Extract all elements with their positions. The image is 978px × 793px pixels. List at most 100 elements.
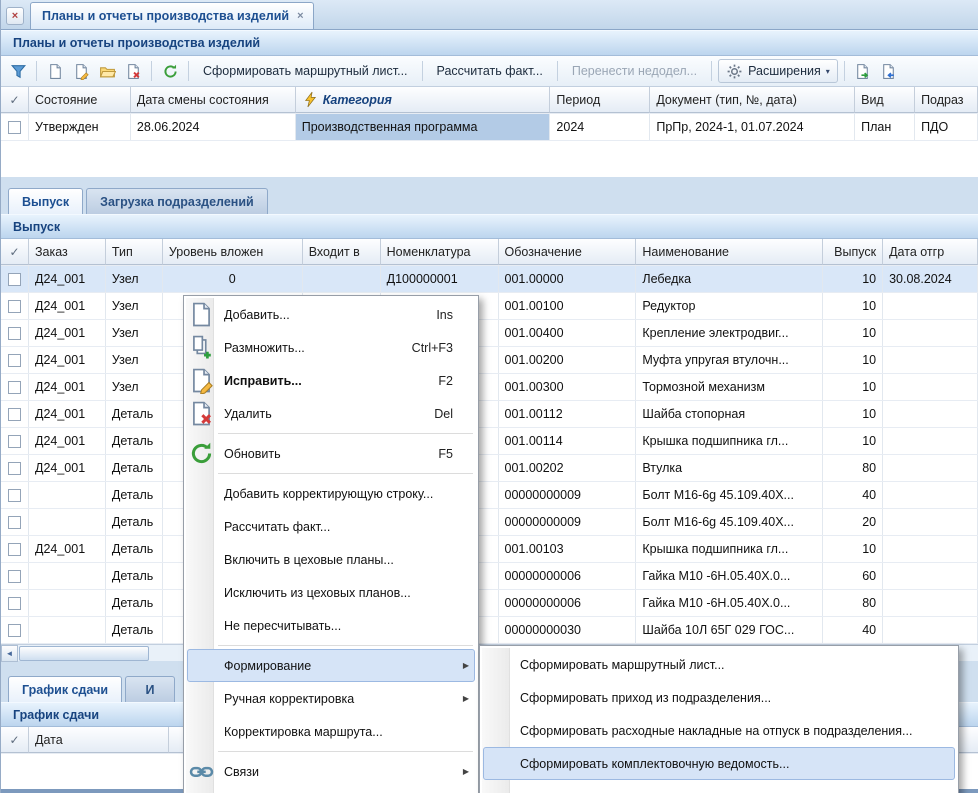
cell[interactable]: ПрПр, 2024-1, 01.07.2024 (650, 114, 855, 140)
table-row[interactable]: Д24_001Узел001.00200Муфта упругая втулоч… (1, 347, 978, 374)
cell[interactable]: 80 (823, 590, 883, 616)
checkbox[interactable] (8, 327, 21, 340)
menu-item[interactable]: УдалитьDel (187, 397, 475, 430)
menu-item[interactable]: Не пересчитывать... (187, 609, 475, 642)
row-checkbox-cell[interactable] (1, 293, 29, 319)
cell[interactable]: Деталь (106, 617, 163, 643)
menu-item[interactable]: Исключить из цеховых планов... (187, 576, 475, 609)
column-header[interactable]: Дата (29, 727, 169, 753)
cell[interactable]: 28.06.2024 (131, 114, 296, 140)
check-column-header[interactable]: ✓ (1, 727, 29, 753)
tab-vypusk[interactable]: Выпуск (8, 188, 83, 214)
cell[interactable]: Тормозной механизм (636, 374, 823, 400)
cell[interactable]: 2024 (550, 114, 650, 140)
table-row[interactable]: Д24_001Деталь001.00112Шайба стопорная10 (1, 401, 978, 428)
column-header[interactable]: Категория (296, 87, 551, 113)
table-row[interactable]: Д24_001Деталь001.00114Крышка подшипника … (1, 428, 978, 455)
cell[interactable] (303, 266, 381, 292)
row-checkbox-cell[interactable] (1, 114, 29, 140)
column-header[interactable]: Заказ (29, 239, 106, 265)
checkbox[interactable] (8, 624, 21, 637)
cell[interactable]: 40 (823, 617, 883, 643)
cell[interactable] (883, 482, 978, 508)
cell[interactable]: 10 (823, 374, 883, 400)
checkbox[interactable] (8, 516, 21, 529)
checkbox[interactable] (8, 489, 21, 502)
checkbox[interactable] (8, 354, 21, 367)
row-checkbox-cell[interactable] (1, 509, 29, 535)
table-row[interactable]: Д24_001Узел001.00300Тормозной механизм10 (1, 374, 978, 401)
carry-over-shortfall-button[interactable]: Перенести недодел... (564, 59, 705, 83)
cell[interactable]: Д24_001 (29, 401, 106, 427)
cell[interactable]: Крышка подшипника гл... (636, 536, 823, 562)
column-header[interactable]: Вид (855, 87, 915, 113)
cell[interactable] (883, 401, 978, 427)
cell[interactable]: 80 (823, 455, 883, 481)
table-row[interactable]: Д24_001Узел001.00100Редуктор10 (1, 293, 978, 320)
cell[interactable]: Д24_001 (29, 374, 106, 400)
menu-item[interactable]: Добавить...Ins (187, 298, 475, 331)
cell[interactable]: Деталь (106, 428, 163, 454)
cell[interactable] (883, 536, 978, 562)
cell[interactable] (883, 320, 978, 346)
row-checkbox-cell[interactable] (1, 347, 29, 373)
checkbox[interactable] (8, 570, 21, 583)
delete-button[interactable] (121, 59, 145, 83)
cell[interactable]: Деталь (106, 563, 163, 589)
cell[interactable]: Редуктор (636, 293, 823, 319)
cell[interactable]: Крышка подшипника гл... (636, 428, 823, 454)
cell[interactable]: Деталь (106, 509, 163, 535)
cell[interactable]: 00000000006 (499, 590, 637, 616)
cell[interactable]: 001.00300 (499, 374, 637, 400)
row-checkbox-cell[interactable] (1, 320, 29, 346)
cell[interactable]: 00000000009 (499, 509, 637, 535)
cell[interactable] (883, 428, 978, 454)
cell[interactable]: Шайба стопорная (636, 401, 823, 427)
cell[interactable]: Узел (106, 347, 163, 373)
menu-item[interactable]: ОбновитьF5 (187, 437, 475, 470)
cell[interactable]: Втулка (636, 455, 823, 481)
table-row[interactable]: Д24_001Деталь001.00202Втулка80 (1, 455, 978, 482)
cell[interactable]: 00000000030 (499, 617, 637, 643)
column-header[interactable]: Состояние (29, 87, 131, 113)
checkbox[interactable] (8, 381, 21, 394)
column-header[interactable]: Обозначение (499, 239, 637, 265)
cell[interactable]: Крепление электродвиг... (636, 320, 823, 346)
column-header[interactable]: Документ (тип, №, дата) (650, 87, 855, 113)
column-header[interactable]: Тип (106, 239, 163, 265)
cell[interactable]: Лебедка (636, 266, 823, 292)
menu-item[interactable]: Сформировать приход из подразделения... (483, 681, 955, 714)
cell[interactable]: ПДО (915, 114, 978, 140)
cell[interactable]: Д24_001 (29, 320, 106, 346)
row-checkbox-cell[interactable] (1, 590, 29, 616)
column-header[interactable]: Наименование (636, 239, 823, 265)
cell[interactable]: 10 (823, 320, 883, 346)
cell[interactable]: 10 (823, 347, 883, 373)
tab-close-icon[interactable]: × (297, 10, 303, 22)
cell[interactable] (29, 482, 106, 508)
cell[interactable] (29, 563, 106, 589)
column-header[interactable]: Дата смены состояния (131, 87, 296, 113)
tab-partial[interactable]: И (125, 676, 175, 702)
cell[interactable]: 00000000009 (499, 482, 637, 508)
cell[interactable]: 001.00112 (499, 401, 637, 427)
checkbox[interactable] (8, 300, 21, 313)
cell[interactable]: Шайба 10Л 65Г 029 ГОС... (636, 617, 823, 643)
cell[interactable]: 00000000006 (499, 563, 637, 589)
cell[interactable]: Д24_001 (29, 266, 106, 292)
cell[interactable]: 001.00400 (499, 320, 637, 346)
close-tab-button[interactable]: × (6, 7, 24, 25)
export-button[interactable] (851, 59, 875, 83)
cell[interactable]: Узел (106, 320, 163, 346)
menu-item[interactable]: Сформировать маршрутный лист... (483, 648, 955, 681)
cell[interactable]: 001.00103 (499, 536, 637, 562)
cell[interactable]: 10 (823, 428, 883, 454)
check-column-header[interactable]: ✓ (1, 87, 29, 113)
open-button[interactable] (95, 59, 119, 83)
cell[interactable] (883, 563, 978, 589)
cell[interactable]: 001.00000 (499, 266, 637, 292)
row-checkbox-cell[interactable] (1, 266, 29, 292)
form-route-sheet-button[interactable]: Сформировать маршрутный лист... (195, 59, 416, 83)
scroll-left-button[interactable]: ◄ (1, 645, 18, 662)
cell[interactable]: Деталь (106, 401, 163, 427)
